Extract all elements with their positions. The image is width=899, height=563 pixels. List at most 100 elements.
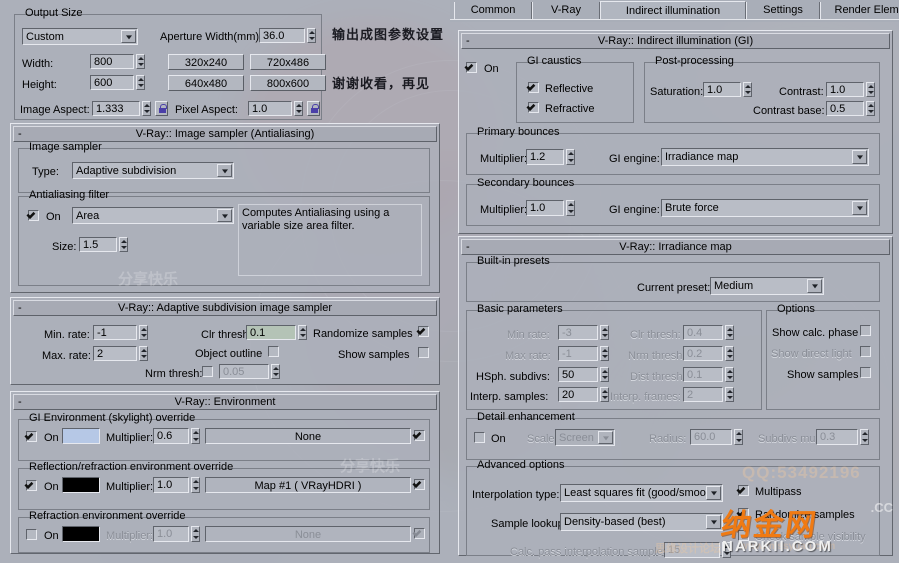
preset-640x480-button[interactable]: 640x480 <box>168 75 244 91</box>
refraction-map-enable-checkbox[interactable] <box>414 528 425 539</box>
tab-common[interactable]: Common <box>454 2 532 19</box>
detail-radius-spinner[interactable] <box>734 429 743 445</box>
sampler-type-combo[interactable]: Adaptive subdivision <box>72 162 234 179</box>
reflection-map-enable-checkbox[interactable] <box>414 479 425 490</box>
width-spinner[interactable] <box>136 54 145 69</box>
clr-thresh-im-field[interactable]: 0.4 <box>683 325 723 340</box>
detail-scale-combo[interactable]: Screen <box>555 429 615 446</box>
gi-map-button[interactable]: None <box>205 428 411 444</box>
tab-settings[interactable]: Settings <box>746 2 820 19</box>
sample-lookup-combo[interactable]: Density-based (best) <box>560 513 723 531</box>
refraction-multiplier-field[interactable]: 1.0 <box>153 526 189 542</box>
min-rate-spinner[interactable] <box>139 325 148 340</box>
gi-map-enable-checkbox[interactable] <box>414 430 425 441</box>
collapse-icon[interactable]: - <box>18 127 22 141</box>
contrast-base-field[interactable]: 0.5 <box>826 101 864 116</box>
dist-thresh-field[interactable]: 0.1 <box>683 367 723 382</box>
randomize-samples-checkbox[interactable] <box>418 326 429 337</box>
detail-subdivs-spinner[interactable] <box>860 429 869 445</box>
object-outline-checkbox[interactable] <box>268 346 279 357</box>
pixel-aspect-spinner[interactable] <box>294 101 303 116</box>
max-rate-im-field[interactable]: -1 <box>558 346 598 361</box>
dist-thresh-spinner[interactable] <box>725 367 734 382</box>
min-rate-im-spinner[interactable] <box>600 325 609 340</box>
saturation-spinner[interactable] <box>743 82 752 97</box>
secondary-engine-combo[interactable]: Brute force <box>661 199 869 217</box>
detail-enhancement-on-checkbox[interactable] <box>474 432 485 443</box>
height-field[interactable]: 600 <box>90 75 134 90</box>
antialiasing-size-field[interactable]: 1.5 <box>79 237 117 252</box>
gi-caustics-reflective-checkbox[interactable] <box>528 82 539 93</box>
adaptive-subdivision-rollup-title[interactable]: - V-Ray:: Adaptive subdivision image sam… <box>13 300 437 316</box>
detail-radius-field[interactable]: 60.0 <box>690 429 732 445</box>
contrast-base-spinner[interactable] <box>866 101 875 116</box>
max-rate-field[interactable]: 2 <box>93 346 137 361</box>
gi-multiplier-field[interactable]: 0.6 <box>153 428 189 444</box>
reflection-map-button[interactable]: Map #1 ( VRayHDRI ) <box>205 477 411 493</box>
interp-samples-field[interactable]: 20 <box>558 387 598 402</box>
calc-pass-spinner[interactable] <box>722 542 731 558</box>
chevron-down-icon[interactable] <box>217 209 232 222</box>
collapse-icon[interactable]: - <box>18 301 22 315</box>
interp-frames-field[interactable]: 2 <box>683 387 723 402</box>
chevron-down-icon[interactable] <box>217 164 232 177</box>
output-size-preset-combo[interactable]: Custom <box>22 28 138 45</box>
check-sample-visibility-checkbox[interactable] <box>738 530 749 541</box>
gi-multiplier-spinner[interactable] <box>191 428 200 444</box>
collapse-icon[interactable]: - <box>466 240 470 254</box>
reflection-multiplier-field[interactable]: 1.0 <box>153 477 189 493</box>
hsph-subdivs-spinner[interactable] <box>600 367 609 382</box>
collapse-icon[interactable]: - <box>466 34 470 48</box>
nrm-thresh-spinner[interactable] <box>271 364 280 379</box>
antialiasing-filter-combo[interactable]: Area <box>72 207 234 224</box>
refraction-multiplier-spinner[interactable] <box>191 526 200 542</box>
tab-indirect-illumination[interactable]: Indirect illumination <box>600 1 746 20</box>
multipass-checkbox[interactable] <box>738 485 749 496</box>
primary-engine-combo[interactable]: Irradiance map <box>661 148 869 166</box>
environment-rollup-title[interactable]: - V-Ray:: Environment <box>13 394 437 410</box>
min-rate-field[interactable]: -1 <box>93 325 137 340</box>
width-field[interactable]: 800 <box>90 54 134 69</box>
min-rate-im-field[interactable]: -3 <box>558 325 598 340</box>
max-rate-im-spinner[interactable] <box>600 346 609 361</box>
primary-multiplier-spinner[interactable] <box>566 149 575 165</box>
saturation-field[interactable]: 1.0 <box>703 82 741 97</box>
clr-thresh-spinner[interactable] <box>298 325 307 340</box>
gi-caustics-refractive-checkbox[interactable] <box>528 102 539 113</box>
show-calc-phase-checkbox[interactable] <box>860 325 871 336</box>
preset-720x486-button[interactable]: 720x486 <box>250 54 326 70</box>
chevron-down-icon[interactable] <box>706 486 721 500</box>
clr-thresh-im-spinner[interactable] <box>725 325 734 340</box>
preset-320x240-button[interactable]: 320x240 <box>168 54 244 70</box>
reflection-environment-color-swatch[interactable] <box>62 477 100 493</box>
height-spinner[interactable] <box>136 75 145 90</box>
gi-environment-on-checkbox[interactable] <box>26 431 37 442</box>
chevron-down-icon[interactable] <box>121 30 136 43</box>
secondary-multiplier-field[interactable]: 1.0 <box>526 200 564 216</box>
irradiance-map-rollup-title[interactable]: - V-Ray:: Irradiance map <box>461 239 890 255</box>
image-aspect-spinner[interactable] <box>142 101 151 116</box>
antialiasing-size-spinner[interactable] <box>119 237 128 252</box>
pixel-aspect-lock-icon[interactable] <box>307 101 320 116</box>
reflection-environment-on-checkbox[interactable] <box>26 480 37 491</box>
nrm-thresh-field[interactable]: 0.05 <box>219 364 269 379</box>
tab-render-elements[interactable]: Render Elements <box>820 2 899 19</box>
image-aspect-field[interactable]: 1.333 <box>92 101 140 116</box>
chevron-down-icon[interactable] <box>807 279 822 293</box>
nrm-thresh-checkbox[interactable] <box>202 366 213 377</box>
chevron-down-icon[interactable] <box>598 431 613 444</box>
aperture-width-field[interactable]: 36.0 <box>259 28 305 43</box>
contrast-field[interactable]: 1.0 <box>826 82 864 97</box>
tab-vray[interactable]: V-Ray <box>532 2 600 19</box>
antialiasing-on-checkbox[interactable] <box>28 210 39 221</box>
reflection-multiplier-spinner[interactable] <box>191 477 200 493</box>
gi-on-checkbox[interactable] <box>466 62 477 73</box>
chevron-down-icon[interactable] <box>852 150 867 164</box>
secondary-multiplier-spinner[interactable] <box>566 200 575 216</box>
chevron-down-icon[interactable] <box>852 201 867 215</box>
show-samples-checkbox[interactable] <box>418 347 429 358</box>
aperture-width-spinner[interactable] <box>307 28 316 43</box>
detail-subdivs-field[interactable]: 0.3 <box>816 429 858 445</box>
chevron-down-icon[interactable] <box>706 515 721 529</box>
interp-frames-spinner[interactable] <box>725 387 734 402</box>
